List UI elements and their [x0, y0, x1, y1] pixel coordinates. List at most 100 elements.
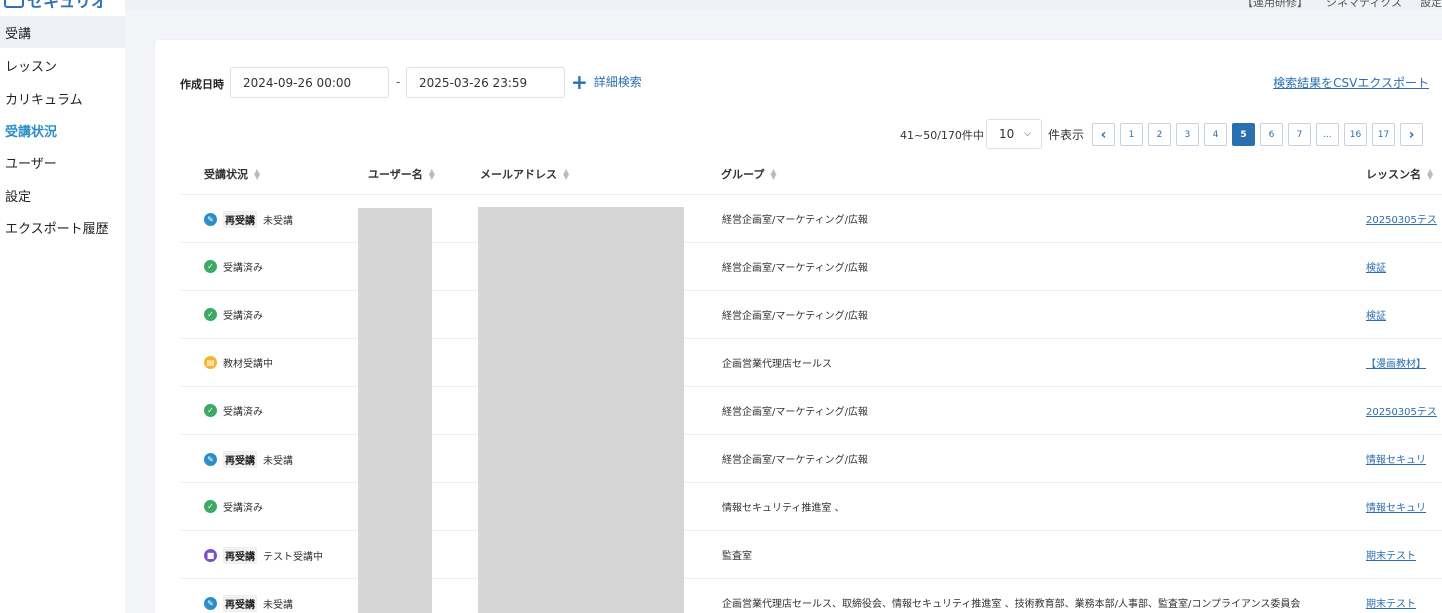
column-header-email[interactable]: メールアドレス ▲ ▼ — [480, 166, 569, 182]
lesson-link[interactable]: 【漫画教材】 — [1366, 355, 1426, 370]
sidebar-item-users[interactable]: ユーザー — [0, 146, 125, 178]
page-button[interactable]: 4 — [1204, 123, 1227, 146]
logo-icon — [4, 0, 24, 8]
re-attend-badge: 再受講 — [223, 547, 257, 564]
top-bar: 【運用研修】 シネマティクス 設定 — [125, 0, 1442, 11]
status-cell: ✓ 受講済み — [204, 499, 263, 514]
per-page-value: 10 — [999, 127, 1015, 141]
lesson-link[interactable]: 20250305テス — [1366, 211, 1437, 226]
page-button[interactable]: 6 — [1260, 123, 1283, 146]
status-cell: ✓ 受講済み — [204, 307, 263, 322]
sidebar-item-attendance-status[interactable]: 受講状況 — [0, 114, 125, 146]
status-cell: ▤ 教材受講中 — [204, 355, 273, 370]
date-separator: - — [396, 75, 401, 89]
column-header-user[interactable]: ユーザー名 ▲ ▼ — [368, 166, 435, 182]
status-label: 受講済み — [223, 407, 263, 418]
status-cell: ✎ 再受講 未受講 — [204, 211, 293, 228]
status-label: 受講済み — [223, 311, 263, 322]
status-cell: ■ 再受講 テスト受講中 — [204, 547, 323, 564]
lesson-link[interactable]: 情報セキュリ — [1366, 451, 1426, 466]
redacted-user-names — [358, 208, 432, 613]
status-cell: ✓ 受講済み — [204, 403, 263, 418]
group-cell: 企画営業代理店セールス、取締役会、情報セキュリティ推進室 、技術教育部、業務本部… — [722, 599, 1301, 610]
sidebar-item-export-history[interactable]: エクスポート履歴 — [0, 211, 125, 243]
page-button[interactable]: 3 — [1176, 123, 1199, 146]
page-button[interactable]: 2 — [1148, 123, 1171, 146]
group-cell: 企画営業代理店セールス — [722, 359, 832, 370]
status-cell: ✓ 受講済み — [204, 259, 263, 274]
sort-icon: ▲ ▼ — [770, 167, 777, 181]
check-icon: ✓ — [204, 260, 217, 273]
page-button[interactable]: 17 — [1372, 123, 1395, 146]
result-count: 41~50/170件中 — [900, 129, 984, 142]
sort-icon: ▲ ▼ — [563, 167, 570, 181]
column-header-lesson[interactable]: レッスン名 ▲ ▼ — [1366, 166, 1433, 182]
page-button[interactable]: 1 — [1120, 123, 1143, 146]
group-cell: 経営企画室/マーケティング/広報 — [722, 263, 868, 274]
lesson-link[interactable]: 期末テスト — [1366, 547, 1416, 562]
pencil-icon: ✎ — [204, 597, 217, 610]
column-header-label: ユーザー名 — [368, 168, 423, 181]
csv-export-link[interactable]: 検索結果をCSVエクスポート — [1273, 74, 1429, 91]
sort-icon: ▲ ▼ — [1427, 167, 1434, 181]
group-cell: 経営企画室/マーケティング/広報 — [722, 455, 868, 466]
topbar-item[interactable]: シネマティクス — [1326, 0, 1402, 10]
chevron-down-icon: ⌵ — [1024, 129, 1031, 139]
plus-icon: + — [571, 69, 588, 94]
per-page-suffix: 件表示 — [1048, 128, 1085, 142]
sidebar-item-settings[interactable]: 設定 — [0, 179, 125, 211]
app-logo[interactable]: セキュリオ — [4, 0, 108, 11]
topbar-item[interactable]: 【運用研修】 — [1242, 0, 1308, 10]
page-ellipsis: ... — [1316, 123, 1339, 146]
group-cell: 経営企画室/マーケティング/広報 — [722, 311, 868, 322]
sidebar-item-curriculum[interactable]: カリキュラム — [0, 82, 125, 114]
lesson-link[interactable]: 検証 — [1366, 307, 1386, 322]
sort-icon: ▲ ▼ — [428, 167, 435, 181]
pencil-icon: ✎ — [204, 453, 217, 466]
lesson-link[interactable]: 情報セキュリ — [1366, 499, 1426, 514]
detail-search-button[interactable]: + 詳細検索 — [571, 69, 642, 94]
detail-search-label: 詳細検索 — [593, 75, 642, 89]
book-icon: ▤ — [204, 356, 217, 369]
date-to-input[interactable]: 2025-03-26 23:59 — [406, 67, 565, 98]
status-label: 受講済み — [223, 503, 263, 514]
date-from-input[interactable]: 2024-09-26 00:00 — [230, 67, 389, 98]
lesson-link[interactable]: 期末テスト — [1366, 595, 1416, 610]
sidebar-item-lessons[interactable]: レッスン — [0, 49, 125, 81]
row-divider — [180, 194, 1442, 195]
group-cell: 監査室 — [722, 551, 752, 562]
sidebar-item-attendance[interactable]: 受講 — [0, 16, 125, 48]
re-attend-badge: 再受講 — [223, 595, 257, 612]
group-cell: 情報セキュリティ推進室 、 — [722, 503, 845, 514]
check-icon: ✓ — [204, 308, 217, 321]
lesson-link[interactable]: 検証 — [1366, 259, 1386, 274]
column-header-label: グループ — [721, 168, 765, 181]
pagination: ‹ 1 2 3 4 5 6 7 ... 16 17 › — [1092, 123, 1423, 146]
column-header-label: レッスン名 — [1366, 168, 1421, 181]
column-header-label: メールアドレス — [480, 168, 557, 181]
logo-text: セキュリオ — [27, 0, 108, 11]
status-cell: ✎ 再受講 未受講 — [204, 595, 293, 612]
next-page-button[interactable]: › — [1400, 123, 1423, 146]
page-button[interactable]: 7 — [1288, 123, 1311, 146]
test-icon: ■ — [204, 549, 217, 562]
status-label: 未受講 — [263, 456, 293, 467]
status-cell: ✎ 再受講 未受講 — [204, 451, 293, 468]
prev-page-button[interactable]: ‹ — [1092, 123, 1115, 146]
page-button[interactable]: 16 — [1344, 123, 1367, 146]
column-header-group[interactable]: グループ ▲ ▼ — [721, 166, 777, 182]
status-label: 未受講 — [263, 216, 293, 227]
lesson-link[interactable]: 20250305テス — [1366, 403, 1437, 418]
check-icon: ✓ — [204, 404, 217, 417]
sidebar: セキュリオ 受講 レッスン カリキュラム 受講状況 ユーザー 設定 エクスポート… — [0, 0, 125, 613]
check-icon: ✓ — [204, 500, 217, 513]
per-page-select[interactable]: 10 ⌵ — [986, 119, 1042, 149]
created-date-label: 作成日時 — [180, 78, 224, 91]
status-label: 未受講 — [263, 600, 293, 611]
re-attend-badge: 再受講 — [223, 211, 257, 228]
column-header-status[interactable]: 受講状況 ▲ ▼ — [204, 166, 260, 182]
page-button-current[interactable]: 5 — [1232, 123, 1255, 146]
re-attend-badge: 再受講 — [223, 451, 257, 468]
topbar-settings[interactable]: 設定 — [1420, 0, 1442, 10]
column-header-label: 受講状況 — [204, 168, 248, 181]
